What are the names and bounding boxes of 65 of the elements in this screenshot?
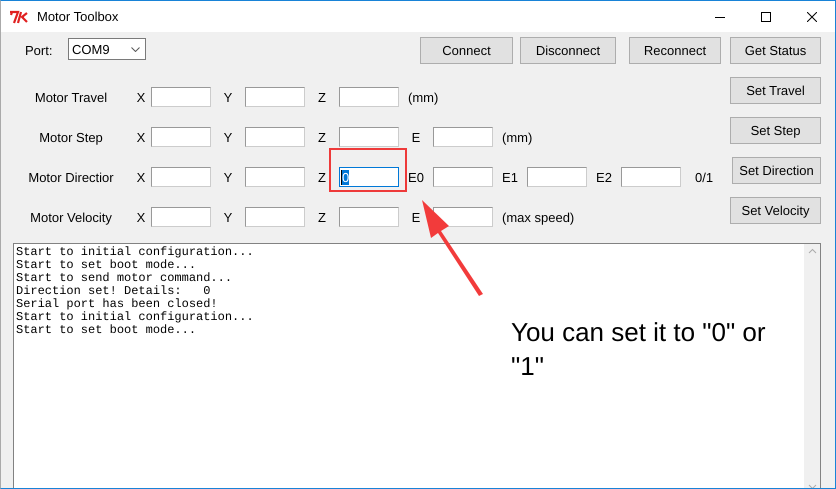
row-label: Motor Velocity <box>29 210 113 224</box>
toolbar-button[interactable]: Reconnect <box>629 37 721 64</box>
unit-label: 0/1 <box>695 170 714 184</box>
axis-label: X <box>136 170 146 184</box>
axis-label: Y <box>222 210 234 224</box>
axis-label: E2 <box>595 170 613 184</box>
axis-label: Z <box>317 170 327 184</box>
axis-label: X <box>136 90 146 104</box>
log-line: Start to initial configuration... <box>16 311 254 324</box>
axis-label: E <box>410 130 422 144</box>
row-label: Motor Step <box>38 130 104 144</box>
axis-label: Z <box>317 90 327 104</box>
window-title: Motor Toolbox <box>37 9 120 24</box>
unit-label: (max speed) <box>502 210 574 224</box>
axis-label: E <box>410 210 422 224</box>
input-field[interactable] <box>245 87 305 107</box>
axis-label: Z <box>317 130 327 144</box>
port-label: Port: <box>25 43 54 58</box>
port-dropdown[interactable]: COM9 <box>68 38 146 60</box>
input-field[interactable] <box>151 127 211 147</box>
log-line: Serial port has been closed! <box>16 298 218 311</box>
row-label: Motor Travel <box>34 90 108 104</box>
axis-label: Y <box>222 170 234 184</box>
set-button[interactable]: Set Velocity <box>730 197 821 224</box>
log-line: Start to set boot mode... <box>16 259 196 272</box>
row-label: Motor Directior <box>27 170 115 184</box>
axis-label: E1 <box>501 170 519 184</box>
log-line: Direction set! Details: 0 <box>16 285 210 298</box>
axis-label: Y <box>222 130 234 144</box>
log-line: Start to set boot mode... <box>16 324 196 337</box>
log-line: Start to send motor command... <box>16 272 232 285</box>
axis-label: Z <box>317 210 327 224</box>
status-button[interactable]: Get Status <box>730 37 821 64</box>
input-field[interactable] <box>621 167 681 187</box>
annotation-caption: You can set it to "0" or "1" <box>511 316 767 383</box>
unit-label: (mm) <box>502 130 532 144</box>
log-area[interactable] <box>13 243 821 488</box>
input-field[interactable] <box>245 167 305 187</box>
toolbar-button[interactable]: Connect <box>420 37 513 64</box>
input-field[interactable] <box>339 87 399 107</box>
set-button[interactable]: Set Step <box>730 117 821 144</box>
axis-label: Y <box>222 90 234 104</box>
input-field[interactable] <box>151 167 211 187</box>
caret-icon <box>131 46 140 52</box>
input-field[interactable] <box>339 127 399 147</box>
app-logo-icon <box>9 10 29 24</box>
input-field[interactable] <box>433 127 493 147</box>
input-field[interactable] <box>151 87 211 107</box>
axis-label: E0 <box>407 170 425 184</box>
log-line: Start to initial configuration... <box>16 246 254 259</box>
input-field[interactable] <box>245 127 305 147</box>
input-field[interactable] <box>433 167 493 187</box>
input-field[interactable] <box>245 207 305 227</box>
unit-label: (mm) <box>408 90 438 104</box>
input-field[interactable] <box>151 207 211 227</box>
scrollbar[interactable] <box>804 244 820 488</box>
axis-label: X <box>136 210 146 224</box>
set-button[interactable]: Set Travel <box>730 77 821 104</box>
toolbar-button[interactable]: Disconnect <box>520 37 616 64</box>
scroll-up-icon[interactable] <box>808 248 816 254</box>
axis-label: X <box>136 130 146 144</box>
input-field[interactable] <box>527 167 587 187</box>
input-field[interactable]: 0 <box>339 167 399 187</box>
set-button[interactable]: Set Direction <box>732 157 821 184</box>
input-field[interactable] <box>339 207 399 227</box>
